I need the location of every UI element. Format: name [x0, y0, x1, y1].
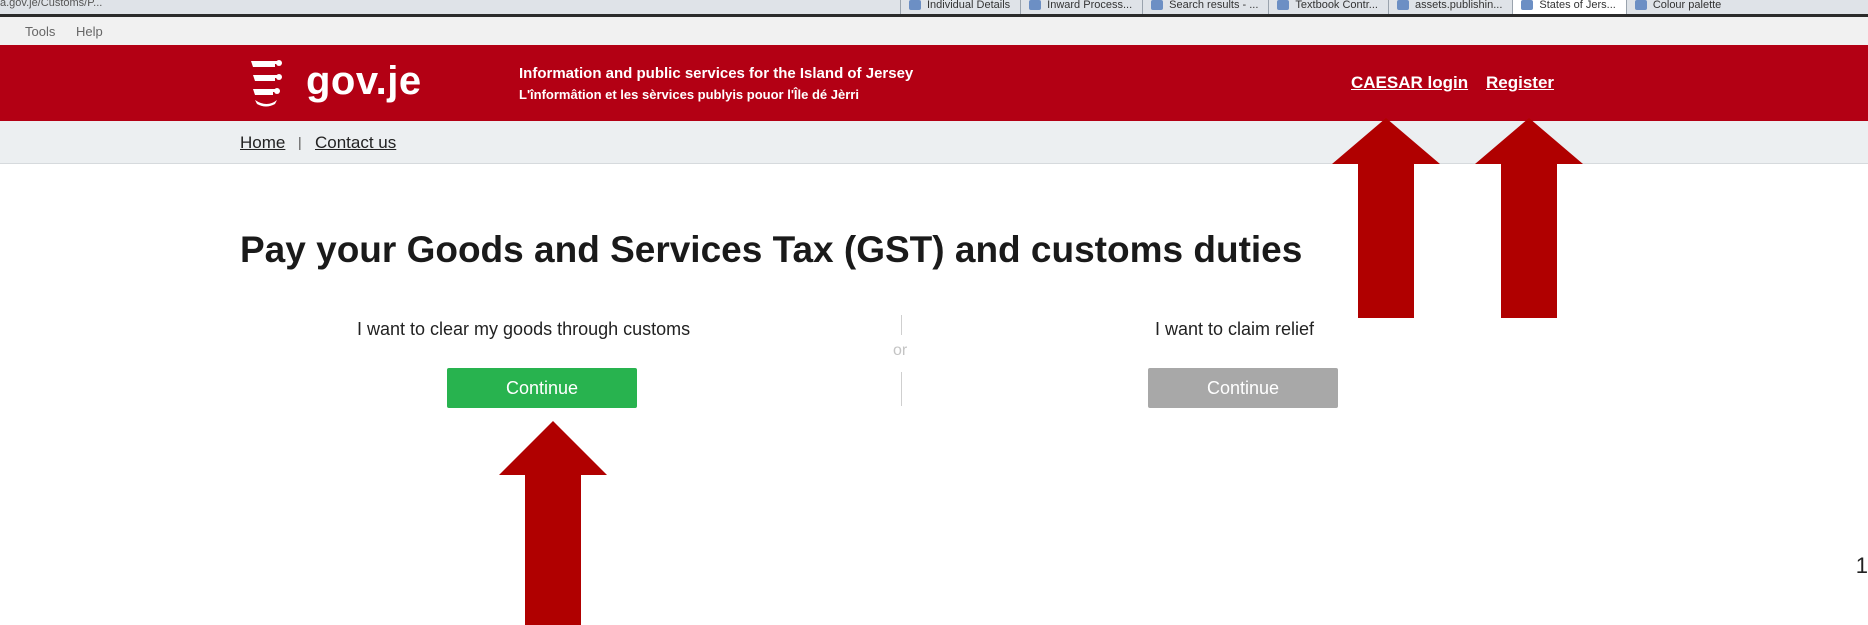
option-divider-bottom — [901, 372, 902, 406]
slide-page-number: 1 — [1855, 553, 1868, 578]
browser-tab[interactable]: Search results - ... — [1142, 0, 1268, 14]
annotation-arrow-caesar-login — [1332, 118, 1440, 318]
or-separator: or — [893, 342, 908, 359]
browser-tab-strip: a.gov.je/Customs/P... Individual Details… — [0, 0, 1868, 17]
browser-tab[interactable]: Inward Process... — [1020, 0, 1142, 14]
address-bar-text[interactable]: a.gov.je/Customs/P... — [0, 0, 102, 9]
clear-goods-label: I want to clear my goods through customs — [357, 319, 691, 339]
tab-list: Individual Details Inward Process... Sea… — [900, 0, 1731, 14]
claim-relief-label: I want to claim relief — [1155, 319, 1315, 339]
site-header: gov.je Information and public services f… — [0, 45, 1868, 121]
home-link[interactable]: Home — [240, 133, 285, 153]
browser-tab[interactable]: Textbook Contr... — [1268, 0, 1388, 14]
browser-menu-bar: Tools Help — [0, 17, 1868, 45]
caesar-login-link[interactable]: CAESAR login — [1351, 73, 1468, 93]
page-title: Pay your Goods and Services Tax (GST) an… — [240, 229, 1303, 270]
browser-tab[interactable]: Individual Details — [900, 0, 1020, 14]
breadcrumb-separator: | — [298, 134, 302, 150]
annotation-arrow-continue — [499, 421, 607, 625]
browser-tab[interactable]: assets.publishin... — [1387, 0, 1512, 14]
site-logo[interactable]: gov.je — [306, 59, 422, 104]
browser-tab-active[interactable]: States of Jers... — [1512, 0, 1626, 14]
breadcrumb: Home | Contact us — [0, 121, 1868, 164]
tagline-english: Information and public services for the … — [519, 65, 914, 82]
tagline-jerriais: L'înformâtion et les sèrvices publyis po… — [519, 87, 859, 102]
menu-help[interactable]: Help — [76, 24, 103, 39]
register-link[interactable]: Register — [1486, 73, 1554, 93]
browser-tab[interactable]: Colour palette — [1625, 0, 1732, 14]
jersey-lions-crest-icon[interactable] — [245, 56, 289, 110]
contact-us-link[interactable]: Contact us — [315, 133, 396, 153]
annotation-arrow-register — [1475, 118, 1583, 318]
claim-relief-continue-button[interactable]: Continue — [1148, 368, 1338, 408]
clear-goods-continue-button[interactable]: Continue — [447, 368, 637, 408]
option-divider-top — [901, 315, 902, 335]
menu-tools[interactable]: Tools — [25, 24, 55, 39]
